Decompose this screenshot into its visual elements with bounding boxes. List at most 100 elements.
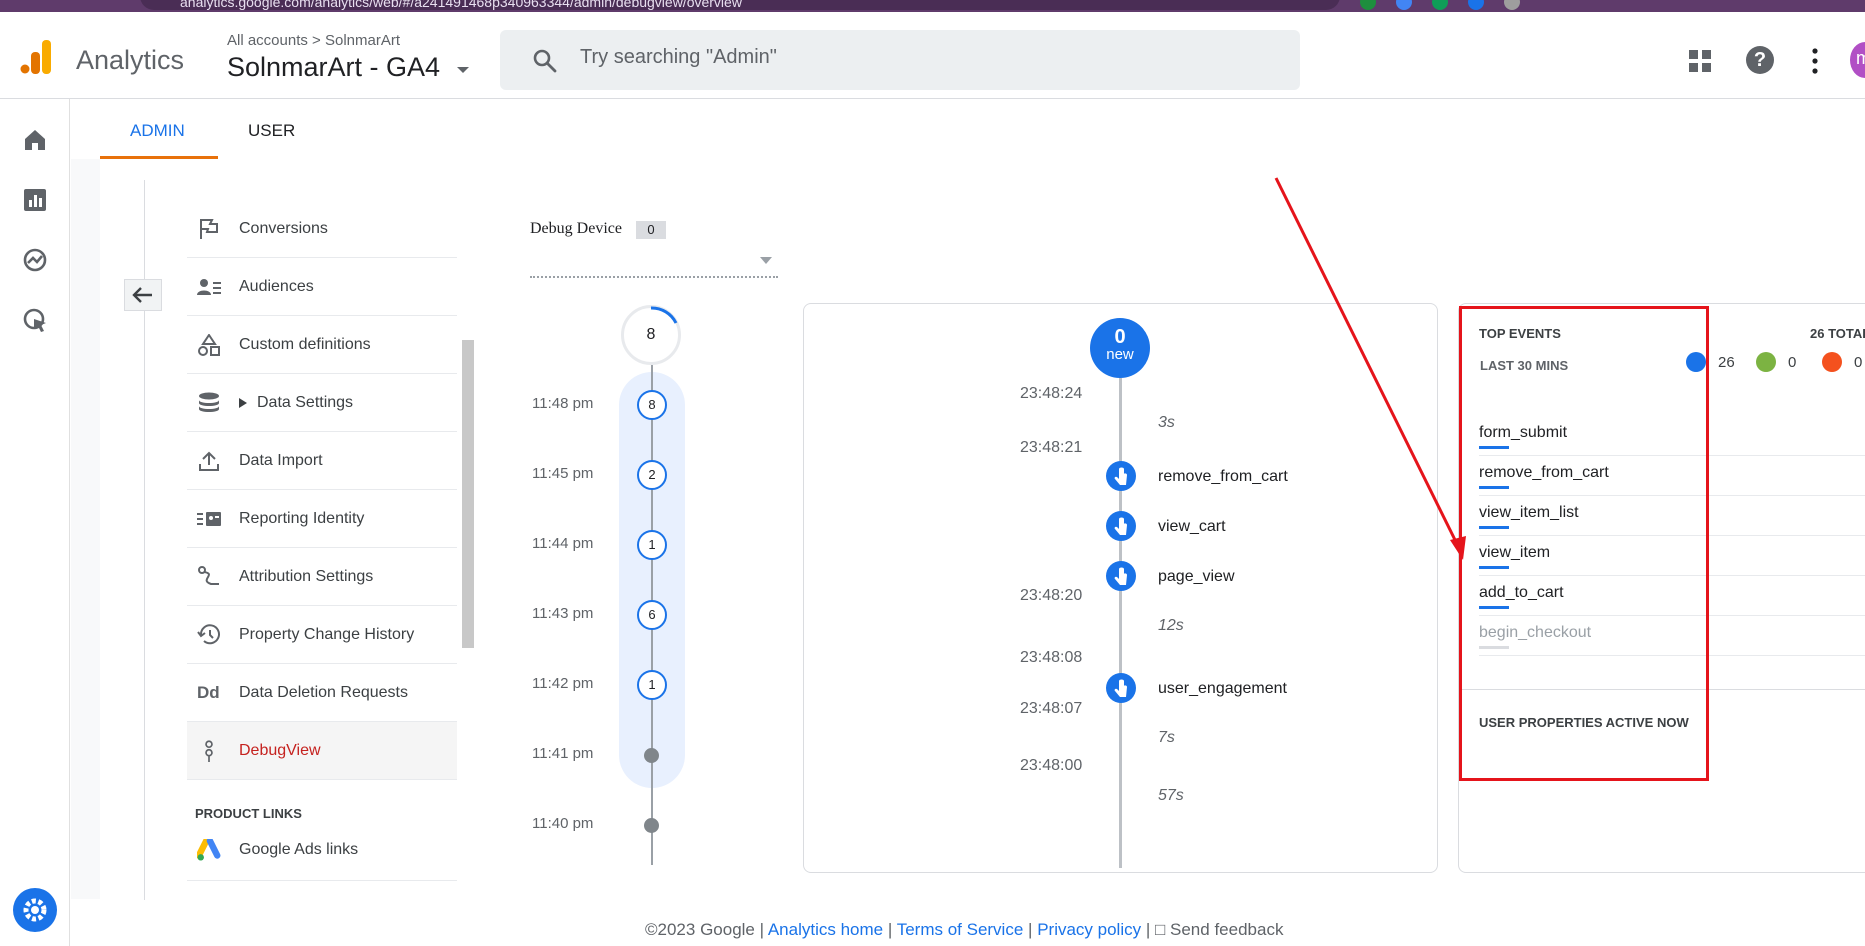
send-feedback-link[interactable]: Send feedback <box>1170 920 1283 939</box>
nav-item-conversions[interactable]: Conversions <box>187 200 457 258</box>
shapes-icon <box>198 334 220 356</box>
minute-row[interactable]: 11:42 pm 1 <box>0 670 700 700</box>
new-events-label: new <box>1106 346 1134 363</box>
breadcrumb-separator: > <box>312 32 321 49</box>
time-gap: 3s <box>1158 414 1175 431</box>
event-timestamp: 23:48:08 <box>1020 649 1083 666</box>
browser-extension-icons <box>1360 0 1520 10</box>
minute-count[interactable]: 1 <box>637 530 667 560</box>
new-events-badge[interactable]: 0 new <box>1090 318 1150 378</box>
explore-icon[interactable] <box>22 247 48 273</box>
collapse-nav-button[interactable] <box>124 279 162 311</box>
debug-device-label: Debug Device <box>530 220 622 237</box>
minute-time: 11:41 pm <box>532 745 594 762</box>
property-selector[interactable]: SolnmarArt - GA4 <box>227 52 440 83</box>
event-name[interactable]: remove_from_cart <box>1158 468 1288 486</box>
analytics-logo-icon[interactable] <box>20 40 52 74</box>
event-timestamp: 23:48:07 <box>1020 700 1083 717</box>
breadcrumb-account[interactable]: SolnmarArt <box>325 32 400 49</box>
debug-device-select[interactable] <box>530 276 778 278</box>
app-name: Analytics <box>76 45 185 75</box>
identity-icon <box>197 512 221 526</box>
minute-empty-dot[interactable] <box>644 748 659 763</box>
event-touch-icon[interactable] <box>1106 461 1136 491</box>
avatar[interactable]: m <box>1850 42 1865 78</box>
minute-row[interactable]: 11:48 pm 8 <box>0 390 700 420</box>
attribution-icon <box>198 566 219 585</box>
minute-time: 11:45 pm <box>532 465 594 482</box>
breadcrumb[interactable]: All accounts > SolnmarArt <box>227 32 400 49</box>
minute-time: 11:40 pm <box>532 815 594 832</box>
footer-separator: | <box>1145 920 1151 939</box>
footer-separator: | <box>759 920 765 939</box>
home-icon[interactable] <box>22 127 48 153</box>
address-bar[interactable]: analytics.google.com/analytics/web/#/a24… <box>140 0 1340 10</box>
event-touch-icon[interactable] <box>1106 673 1136 703</box>
footer-separator: | <box>887 920 893 939</box>
minute-row[interactable]: 11:43 pm 6 <box>0 600 700 630</box>
minute-row[interactable]: 11:44 pm 1 <box>0 530 700 560</box>
app-header: Analytics All accounts > SolnmarArt Soln… <box>0 12 1865 99</box>
breadcrumb-all-accounts[interactable]: All accounts <box>227 32 308 49</box>
flag-icon <box>200 219 218 239</box>
error-count: 0 <box>1854 354 1863 371</box>
more-vert-icon[interactable] <box>1812 48 1818 74</box>
event-count: 26 <box>1718 354 1735 371</box>
footer-link-privacy[interactable]: Privacy policy <box>1037 920 1141 939</box>
caret-down-icon[interactable] <box>457 67 469 73</box>
nav-item-label: Google Ads links <box>239 841 359 858</box>
minute-time: 11:43 pm <box>532 605 594 622</box>
event-timestamp: 23:48:24 <box>1020 385 1083 402</box>
extension-icon[interactable] <box>1432 0 1448 10</box>
footer-link-analytics-home[interactable]: Analytics home <box>768 920 883 939</box>
minute-row[interactable]: 11:45 pm 2 <box>0 460 700 490</box>
minute-count[interactable]: 2 <box>637 460 667 490</box>
minute-count[interactable]: 6 <box>637 600 667 630</box>
copyright: ©2023 Google <box>645 920 755 939</box>
extension-icon[interactable] <box>1504 0 1520 10</box>
help-icon[interactable]: ? <box>1746 46 1774 74</box>
tab-user[interactable]: USER <box>248 121 295 141</box>
minutes-progress-arc <box>650 306 678 324</box>
minute-count[interactable]: 1 <box>637 670 667 700</box>
event-name[interactable]: page_view <box>1158 568 1235 586</box>
search-icon <box>533 49 557 73</box>
nav-item-label: Attribution Settings <box>239 568 374 585</box>
tab-admin[interactable]: ADMIN <box>130 121 185 141</box>
new-events-count: 0 <box>1114 326 1126 348</box>
debug-device-count: 0 <box>636 221 666 239</box>
minute-row[interactable]: 11:40 pm <box>0 810 700 840</box>
conversion-count: 0 <box>1788 354 1797 371</box>
event-name[interactable]: user_engagement <box>1158 680 1287 698</box>
minute-empty-dot[interactable] <box>644 818 659 833</box>
extension-icon[interactable] <box>1360 0 1376 10</box>
admin-settings-button[interactable] <box>13 888 57 932</box>
search-placeholder: Try searching "Admin" <box>580 46 777 68</box>
apps-grid-icon[interactable] <box>1688 49 1712 73</box>
event-timestamp: 23:48:21 <box>1020 439 1083 456</box>
nav-item-label: Audiences <box>239 278 314 295</box>
minute-count[interactable]: 8 <box>637 390 667 420</box>
minute-row[interactable]: 11:41 pm <box>0 740 700 770</box>
event-touch-icon[interactable] <box>1106 561 1136 591</box>
nav-item-label: Reporting Identity <box>239 510 365 527</box>
feedback-icon[interactable]: □ <box>1155 920 1165 939</box>
event-name[interactable]: view_cart <box>1158 518 1226 536</box>
nav-item-label: Custom definitions <box>239 336 371 353</box>
extension-icon[interactable] <box>1468 0 1484 10</box>
page-footer: ©2023 Google | Analytics home | Terms of… <box>645 920 1283 940</box>
reports-icon[interactable] <box>22 187 48 213</box>
nav-item-label: Conversions <box>239 220 328 237</box>
browser-toolbar: analytics.google.com/analytics/web/#/a24… <box>0 0 1865 12</box>
extension-icon[interactable] <box>1396 0 1412 10</box>
event-touch-icon[interactable] <box>1106 511 1136 541</box>
nav-item-audiences[interactable]: Audiences <box>187 258 457 316</box>
error-icon <box>1822 352 1842 372</box>
dropdown-caret-icon[interactable] <box>760 257 772 264</box>
seconds-stream-line <box>1119 378 1122 868</box>
footer-link-terms[interactable]: Terms of Service <box>897 920 1024 939</box>
search-input[interactable]: Try searching "Admin" <box>500 30 1300 90</box>
advertising-icon[interactable] <box>22 307 48 333</box>
event-timestamp: 23:48:00 <box>1020 757 1083 774</box>
nav-item-custom-definitions[interactable]: Custom definitions <box>187 316 457 374</box>
